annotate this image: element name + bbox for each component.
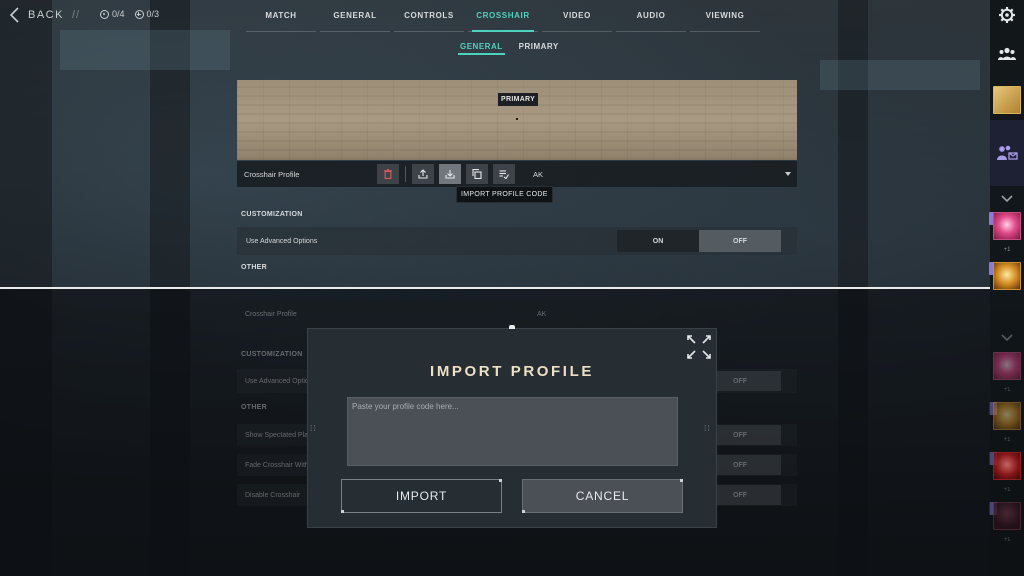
friend-count: +1 (1003, 247, 1011, 253)
ghost-profile-row: Crosshair Profile AK (237, 301, 797, 327)
friend-count: +1 (1003, 537, 1011, 543)
ghost-other-heading: OTHER (241, 404, 267, 411)
friend-avatar[interactable] (993, 502, 1021, 530)
friend-avatar[interactable] (993, 212, 1021, 240)
party-invite-icon (997, 145, 1018, 160)
drag-handle-icon: ⁞⁞ (310, 424, 317, 433)
ghost-profile-value: AK (537, 310, 547, 318)
modal-title: IMPORT PROFILE (430, 363, 594, 380)
cancel-button[interactable]: CANCEL (522, 479, 683, 513)
friend-avatar[interactable] (993, 402, 1021, 430)
chevron-down-icon[interactable] (1001, 195, 1013, 203)
modal-notch (509, 325, 515, 329)
ghost-customization-heading: CUSTOMIZATION (241, 351, 303, 358)
chevron-down-icon[interactable] (1001, 334, 1013, 342)
ghost-advanced-label: Use Advanced Optio (245, 377, 309, 385)
import-profile-modal: IMPORT PROFILE IMPORT CANCEL (307, 325, 717, 528)
friend-avatar[interactable] (993, 262, 1021, 290)
drag-handle-icon: ⁞⁞ (704, 424, 711, 433)
party-invite-button[interactable] (990, 120, 1024, 186)
gear-icon (999, 7, 1015, 23)
ghost-disable-label: Disable Crosshair (245, 491, 301, 499)
friend-count: +1 (1003, 487, 1011, 493)
social-button[interactable] (990, 42, 1024, 66)
friend-avatar[interactable] (993, 352, 1021, 380)
friend-count: +1 (1003, 387, 1011, 393)
friend-avatar[interactable] (993, 452, 1021, 480)
ghost-profile-label: Crosshair Profile (245, 310, 297, 318)
ghost-spectated-label: Show Spectated Pla (245, 431, 309, 439)
friend-count: +1 (1003, 437, 1011, 443)
import-button[interactable]: IMPORT (341, 479, 502, 513)
social-sidebar: +1 +1 +1 +1 +1 (989, 0, 1024, 576)
settings-button[interactable] (990, 4, 1024, 26)
player-avatar[interactable] (993, 86, 1021, 114)
ghost-fade-label: Fade Crosshair With (245, 461, 309, 469)
friends-icon (998, 47, 1016, 60)
close-icon[interactable] (685, 333, 713, 361)
profile-code-input[interactable] (347, 397, 678, 466)
